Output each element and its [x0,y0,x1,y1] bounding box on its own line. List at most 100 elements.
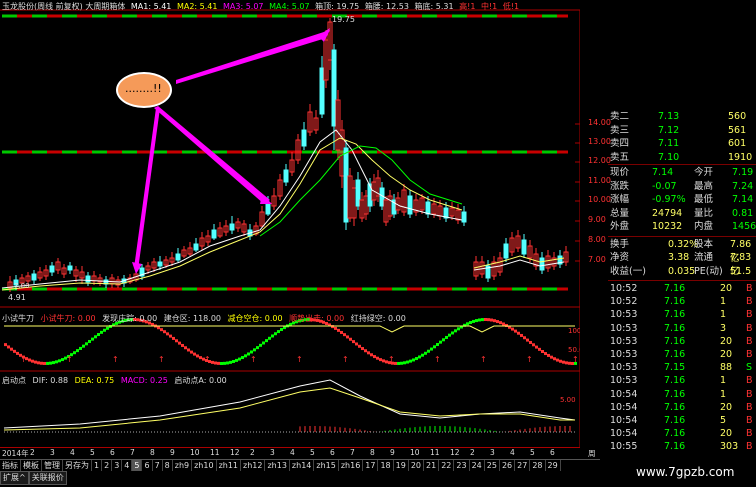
indicator1-wave-dot [166,332,169,336]
indicator1-wave-dot [520,333,523,337]
indicator-tab[interactable]: 另存为 [63,460,92,471]
indicator1-wave-dot [91,337,94,341]
indicator-tab[interactable]: 18 [378,460,394,471]
indicator-tab[interactable]: 管理 [42,460,63,471]
indicator-tab[interactable]: 19 [394,460,409,471]
indicator1-buy-arrow: ↑ [296,355,303,364]
indicator-tab[interactable]: 29 [546,460,561,471]
candle-body [31,273,37,281]
indicator-tab[interactable]: 24 [470,460,485,471]
tick-volume: 20 [720,335,733,347]
indicator1-wave-dot [34,360,37,364]
quote-stat-row: 涨幅 -0.97% 最低 7.14 [608,193,756,207]
indicator1-wave-dot [535,345,538,349]
indicator1-wave-dot [541,350,544,354]
date-axis-label: 8 [370,448,375,457]
quote-separator [608,164,756,165]
indicator1-wave-dot [481,318,484,322]
box-mid-value: 箱腰: 12.53 [364,2,409,11]
extension-tab[interactable]: 扩展^ [0,471,29,485]
extension-tab[interactable]: 关联报价 [28,471,67,485]
indicator-tab[interactable]: 28 [530,460,546,471]
indicator1-wave-dot [229,360,232,364]
kline-chart-area[interactable]: 19.75 4.91 7.00 ↑ ↑ ↑ ↑ ↑ ↑ ↑ ↑ ↑ ↑ ↑ ↑ ↑ 100.0 50.00 5.00 [0,0,588,487]
indicator-tab[interactable]: 2 [102,460,113,471]
sell-level-price: 7.12 [658,124,680,136]
indicator-tab[interactable]: 3 [112,460,123,471]
indicator1-wave-dot [211,360,214,364]
tick-row: 10:53 7.16 1 B [608,308,756,322]
indicator-tab[interactable]: 25 [485,460,500,471]
indicator1-buy-arrow: ↑ [66,355,73,364]
quote-separator [608,235,756,237]
indicator1-wave-dot [499,321,502,325]
dea-line [3,387,575,431]
extension-tab-bar: 扩展^ 关联报价 [0,471,67,485]
indicator1-wave-dot [16,351,19,355]
indicator-tab[interactable]: 模板 [21,460,42,471]
indicator1-wave-dot [436,342,439,346]
indicator-tab[interactable]: 20 [409,460,425,471]
indicator-tab[interactable]: 23 [454,460,470,471]
indicator1-wave-dot [334,326,337,330]
peak-price-label: 19.75 [332,15,355,24]
quote-separator [608,280,756,281]
indicator-tab[interactable]: zh9 [173,460,193,471]
stat-value: 51.5 [730,265,752,277]
indicator1-wave-dot [442,338,445,342]
stat-value: -0.07 [652,180,677,192]
indicator1-wave-dot [340,330,343,334]
indicator-tab[interactable]: zh14 [290,460,315,471]
indicator1-wave-dot [511,327,514,331]
indicator1-wave-dot [427,349,430,353]
indicator-tab[interactable]: zh12 [241,460,266,471]
indicator-tab[interactable]: 22 [439,460,455,471]
indicator-tab[interactable]: zh16 [339,460,364,471]
date-axis-label: 6 [330,448,335,457]
indicator-tab[interactable]: 17 [363,460,379,471]
indicator-tab[interactable]: 1 [92,460,103,471]
indicator-tab[interactable]: 4 [122,460,133,471]
indicator1-wave-dot [502,322,505,326]
indicator1-wave-dot [55,360,58,364]
chart-canvas[interactable]: 19.75 4.91 7.00 ↑ ↑ ↑ ↑ ↑ ↑ ↑ ↑ ↑ ↑ ↑ ↑ ↑ 100.0 50.00 5.00 [0,0,588,460]
indicator-tab[interactable]: 5 [132,460,143,471]
indicator-tab[interactable]: 21 [424,460,440,471]
indicator1-wave-dot [37,361,40,365]
sell-level-volume: 601 [728,138,747,149]
indicator-tab[interactable]: zh11 [217,460,242,471]
indicator-tab[interactable]: zh10 [192,460,217,471]
tick-volume: 3 [720,322,727,334]
sell-level-label: 卖二 [610,111,630,122]
indicator-tab[interactable]: 26 [500,460,516,471]
indicator-tab[interactable]: zh15 [314,460,339,471]
indicator1-wave-dot [547,353,550,357]
indicator1-wave-dot [52,361,55,365]
dif-line [3,379,576,429]
indicator-tab[interactable]: zh13 [265,460,290,471]
candle-body [425,201,431,215]
indicator1-wave-dot [526,338,529,342]
indicator1-wave-dot [88,339,91,343]
quote-stat-row: 涨跌 -0.07 最高 7.24 [608,180,756,194]
stat-label: 最低 [694,194,714,205]
stat-value: 7.14 [652,167,674,178]
indicator1-wave-dot [370,353,373,357]
indicator1-wave-dot [346,335,349,339]
date-axis-label: 5 [530,448,535,457]
indicator1-wave-dot [451,331,454,335]
tick-volume: 5 [720,415,727,426]
indicator-tab[interactable]: 27 [515,460,531,471]
candle-body [521,239,527,255]
tick-volume: 20 [720,428,733,440]
indicator-tab[interactable]: 8 [163,460,173,471]
tick-side: B [746,283,753,294]
indicator-tab[interactable]: 6 [142,460,153,471]
stat-label: 外盘 [610,221,630,232]
date-axis-label: 6 [550,448,555,457]
indicator1-buy-arrow: ↑ [572,355,579,364]
indicator-tab[interactable]: 指标 [0,460,21,471]
indicator1-v3: 建仓区: 118.00 [163,314,221,323]
indicator1-wave-dot [487,318,490,322]
indicator-tab[interactable]: 7 [153,460,163,471]
